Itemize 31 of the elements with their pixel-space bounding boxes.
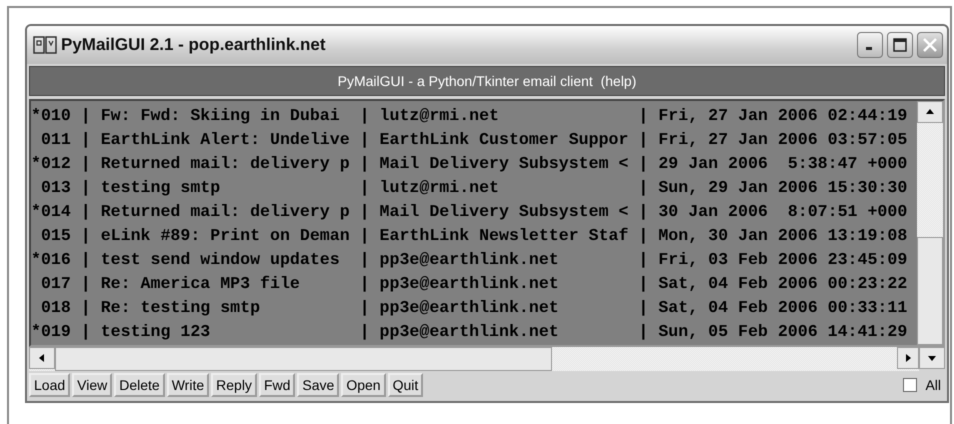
maximize-button[interactable] [887,32,913,58]
toolbar-button[interactable]: Open [341,373,386,397]
maximize-icon[interactable] [892,37,908,53]
close-button[interactable] [917,32,943,58]
toolbar-button[interactable]: View [72,373,112,397]
message-row[interactable]: 013 | testing smtp | lutz@rmi.net | Sun, 29 Jan 2006 15:30:30 [31,176,908,200]
window-title: PyMailGUI 2.1 - pop.earthlink.net [61,35,326,55]
message-row[interactable]: *014 | Returned mail: delivery p | Mail Delivery Subsystem < | 30 Jan 2006 8:07:51 +000 [31,200,908,224]
scroll-down-button[interactable] [919,347,945,369]
toolbar-button[interactable]: Load [29,373,70,397]
vertical-scrollbar[interactable] [917,101,943,345]
toolbar-button[interactable]: Delete [114,373,165,397]
toolbar-button[interactable]: Reply [211,373,257,397]
toolbar-button[interactable]: Write [166,373,210,397]
all-checkbox[interactable] [903,378,918,392]
toolbar-button[interactable]: Fwd [258,373,296,397]
message-row[interactable]: 018 | Re: testing smtp | pp3e@earthlink.net | Sat, 04 Feb 2006 00:33:11 [31,296,908,320]
message-row[interactable]: 011 | EarthLink Alert: Undelive | EarthLink Customer Suppor | Fri, 27 Jan 2006 03:57:05 [31,128,908,152]
toolbar-button[interactable]: Quit [388,373,424,397]
horizontal-scrollbar[interactable] [29,347,919,371]
help-banner[interactable]: PyMailGUI - a Python/Tkinter email client (help) [29,66,945,96]
message-row[interactable]: *010 | Fw: Fwd: Skiing in Dubai | lutz@rmi.net | Fri, 27 Jan 2006 02:44:19 [31,104,908,128]
minimize-button[interactable] [857,32,883,58]
message-row[interactable]: 015 | eLink #89: Print on Deman | EarthLink Newsletter Staf | Mon, 30 Jan 2006 13:19:08 [31,224,908,248]
toolbar-button[interactable]: Save [297,373,340,397]
message-row[interactable]: *016 | test send window updates | pp3e@earthlink.net | Fri, 03 Feb 2006 23:45:09 [31,248,908,272]
message-row[interactable]: *012 | Returned mail: delivery p | Mail Delivery Subsystem < | 29 Jan 2006 5:38:47 +000 [31,152,908,176]
app-icon [33,35,57,55]
message-row[interactable]: *019 | testing 123 | pp3e@earthlink.net | Sun, 05 Feb 2006 14:41:29 [31,320,908,344]
message-row[interactable]: 017 | Re: America MP3 file | pp3e@earthlink.net | Sat, 04 Feb 2006 00:23:22 [31,272,908,296]
checkbox-label: All [925,377,941,393]
